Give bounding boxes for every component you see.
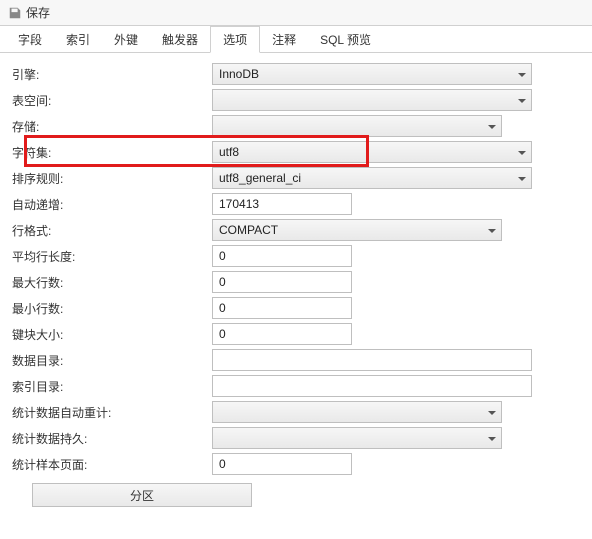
tab-6[interactable]: SQL 预览 [308,26,383,52]
label-avg_row_len: 平均行长度: [12,248,212,265]
tab-2[interactable]: 外键 [102,26,150,52]
label-charset: 字符集: [12,144,212,161]
row-charset: 字符集: utf8 [12,139,580,165]
row-collation: 排序规则: utf8_general_ci [12,165,580,191]
label-storage: 存储: [12,118,212,135]
select-value-row_format: COMPACT [219,223,278,237]
input-stats_sample[interactable]: 0 [212,453,352,475]
row-key_block: 键块大小:0 [12,321,580,347]
chevron-down-icon [487,225,497,235]
row-data_dir: 数据目录: [12,347,580,373]
label-min_rows: 最小行数: [12,300,212,317]
label-engine: 引擎: [12,66,212,83]
toolbar: 保存 [0,0,592,25]
chevron-down-icon [517,69,527,79]
label-row_format: 行格式: [12,222,212,239]
select-row_format[interactable]: COMPACT [212,219,502,241]
input-data_dir[interactable] [212,349,532,371]
control-cell-collation: utf8_general_ci [212,167,532,189]
row-engine: 引擎: InnoDB [12,61,580,87]
control-cell-charset: utf8 [212,141,532,163]
input-key_block[interactable]: 0 [212,323,352,345]
save-button-label[interactable]: 保存 [26,4,50,21]
row-tablespace: 表空间: [12,87,580,113]
tabs: 字段索引外键触发器选项注释SQL 预览 [0,25,592,53]
row-max_rows: 最大行数:0 [12,269,580,295]
label-key_block: 键块大小: [12,326,212,343]
label-stats_auto: 统计数据自动重计: [12,404,212,421]
row-storage: 存储: [12,113,580,139]
select-storage[interactable] [212,115,502,137]
label-collation: 排序规则: [12,170,212,187]
select-engine[interactable]: InnoDB [212,63,532,85]
input-index_dir[interactable] [212,375,532,397]
tab-3[interactable]: 触发器 [150,26,210,52]
label-stats_sample: 统计样本页面: [12,456,212,473]
input-autoinc[interactable]: 170413 [212,193,352,215]
control-cell-avg_row_len: 0 [212,245,532,267]
select-stats_auto[interactable] [212,401,502,423]
input-max_rows[interactable]: 0 [212,271,352,293]
label-max_rows: 最大行数: [12,274,212,291]
select-charset[interactable]: utf8 [212,141,532,163]
control-cell-autoinc: 170413 [212,193,532,215]
control-cell-data_dir [212,349,532,371]
row-stats_auto: 统计数据自动重计: [12,399,580,425]
tab-4[interactable]: 选项 [210,26,260,53]
chevron-down-icon [487,407,497,417]
label-stats_persist: 统计数据持久: [12,430,212,447]
chevron-down-icon [487,433,497,443]
control-cell-max_rows: 0 [212,271,532,293]
tab-1[interactable]: 索引 [54,26,102,52]
select-tablespace[interactable] [212,89,532,111]
row-row_format: 行格式: COMPACT [12,217,580,243]
select-stats_persist[interactable] [212,427,502,449]
chevron-down-icon [487,121,497,131]
label-data_dir: 数据目录: [12,352,212,369]
control-cell-storage [212,115,532,137]
tab-5[interactable]: 注释 [260,26,308,52]
row-avg_row_len: 平均行长度:0 [12,243,580,269]
options-form: 引擎: InnoDB 表空间: 存储: 字符集: utf8 排序规则: utf8_genera… [0,53,592,521]
select-collation[interactable]: utf8_general_ci [212,167,532,189]
control-cell-stats_auto [212,401,532,423]
control-cell-engine: InnoDB [212,63,532,85]
control-cell-key_block: 0 [212,323,532,345]
partition-button[interactable]: 分区 [32,483,252,507]
control-cell-row_format: COMPACT [212,219,532,241]
row-stats_persist: 统计数据持久: [12,425,580,451]
chevron-down-icon [517,173,527,183]
control-cell-tablespace [212,89,532,111]
label-tablespace: 表空间: [12,92,212,109]
control-cell-index_dir [212,375,532,397]
label-index_dir: 索引目录: [12,378,212,395]
select-value-charset: utf8 [219,145,239,159]
select-value-collation: utf8_general_ci [219,171,301,185]
label-autoinc: 自动递增: [12,196,212,213]
input-avg_row_len[interactable]: 0 [212,245,352,267]
input-min_rows[interactable]: 0 [212,297,352,319]
row-min_rows: 最小行数:0 [12,295,580,321]
row-autoinc: 自动递增:170413 [12,191,580,217]
chevron-down-icon [517,95,527,105]
row-stats_sample: 统计样本页面:0 [12,451,580,477]
control-cell-stats_sample: 0 [212,453,532,475]
save-icon[interactable] [8,6,22,20]
control-cell-stats_persist [212,427,532,449]
row-index_dir: 索引目录: [12,373,580,399]
select-value-engine: InnoDB [219,67,259,81]
chevron-down-icon [517,147,527,157]
tab-0[interactable]: 字段 [6,26,54,52]
control-cell-min_rows: 0 [212,297,532,319]
